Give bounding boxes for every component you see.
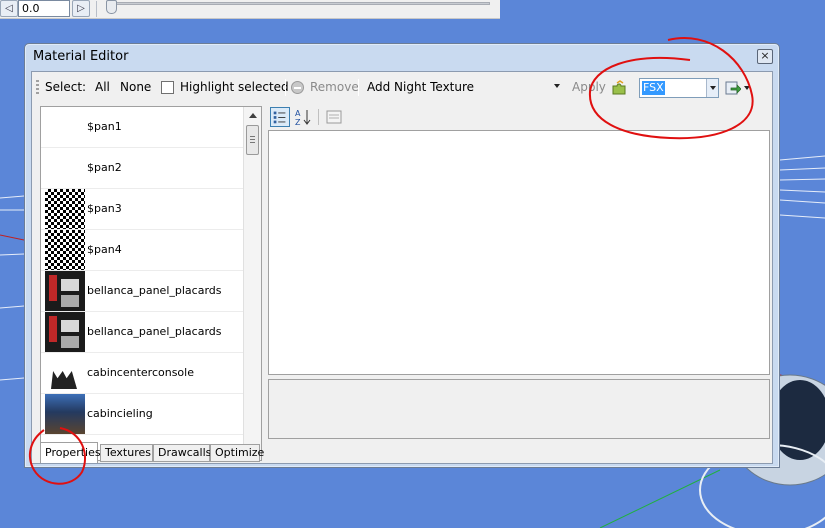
material-thumbnail [45, 230, 85, 270]
timeline-track[interactable] [112, 2, 490, 5]
step-forward-icon[interactable]: ▷ [72, 0, 90, 17]
material-name: $pan3 [87, 202, 122, 215]
highlight-selected-label[interactable]: Highlight selected [180, 80, 289, 94]
tab-textures[interactable]: Textures [100, 444, 153, 462]
sort-alphabetical-icon[interactable]: A Z [293, 107, 313, 127]
tab-drawcalls[interactable]: Drawcalls [153, 444, 211, 462]
list-scrollbar[interactable] [243, 107, 261, 460]
rewind-icon[interactable]: ◁ [0, 0, 18, 17]
format-combo[interactable]: FSX [639, 78, 719, 98]
select-none-button[interactable]: None [120, 80, 151, 94]
material-name: bellanca_panel_placards [87, 325, 222, 338]
separator [96, 1, 97, 17]
editor-client: Select: All None Highlight selected Remo… [31, 71, 773, 464]
material-thumbnail [45, 394, 85, 434]
format-value[interactable]: FSX [642, 81, 665, 95]
highlight-selected-checkbox[interactable] [161, 81, 174, 94]
chevron-down-icon[interactable] [744, 86, 750, 90]
window-title: Material Editor [33, 49, 129, 64]
material-name: bellanca_panel_placards [87, 284, 222, 297]
categorized-icon[interactable] [270, 107, 290, 127]
material-thumbnail [45, 353, 85, 393]
separator [318, 109, 319, 125]
list-item[interactable]: cabincieling [41, 394, 243, 435]
tab-strip: Properties Textures Drawcalls Optimize [38, 442, 768, 463]
material-name: $pan4 [87, 243, 122, 256]
property-toolbar: A Z [268, 105, 772, 129]
material-editor-window: Material Editor × Select: All None Highl… [24, 43, 780, 468]
list-item[interactable]: bellanca_panel_placards [41, 271, 243, 312]
timeline-bar: ◁ 0.0 ▷ [0, 0, 500, 19]
timeline-slider-thumb[interactable] [106, 0, 117, 14]
tab-optimize[interactable]: Optimize [210, 444, 264, 462]
select-all-button[interactable]: All [95, 80, 110, 94]
tab-properties[interactable]: Properties [40, 442, 101, 463]
toolbar: Select: All None Highlight selected Remo… [32, 72, 772, 102]
material-thumbnail [45, 312, 85, 352]
svg-text:A: A [295, 109, 301, 118]
material-name: $pan1 [87, 120, 122, 133]
list-item[interactable]: $pan1 [41, 107, 243, 148]
material-name: cabincenterconsole [87, 366, 194, 379]
scrollbar-thumb[interactable] [246, 125, 259, 155]
property-grid[interactable] [268, 130, 770, 375]
material-thumbnail [45, 271, 85, 311]
chevron-down-icon [554, 84, 560, 88]
export-icon[interactable] [725, 80, 741, 96]
toolbar-grip[interactable] [36, 80, 39, 95]
property-description [268, 379, 770, 439]
material-thumbnail [45, 107, 85, 147]
material-name: $pan2 [87, 161, 122, 174]
frame-field[interactable]: 0.0 [18, 0, 70, 17]
night-texture-value: Add Night Texture [367, 80, 475, 94]
chevron-down-icon[interactable] [706, 79, 718, 97]
material-thumbnail [45, 148, 85, 188]
list-item[interactable]: $pan3 [41, 189, 243, 230]
list-item[interactable]: bellanca_panel_placards [41, 312, 243, 353]
list-item[interactable]: cabincenterconsole [41, 353, 243, 394]
material-name: cabincieling [87, 407, 153, 420]
puzzle-icon[interactable] [611, 80, 627, 96]
remove-icon [291, 81, 304, 94]
material-list[interactable]: $pan1 $pan2 $pan3 $pan4 bellanca_panel_p… [40, 106, 262, 461]
separator [285, 79, 286, 96]
separator [358, 79, 359, 96]
apply-button[interactable]: Apply [572, 80, 606, 94]
scroll-up-icon[interactable] [249, 113, 257, 118]
svg-text:Z: Z [295, 118, 301, 127]
select-label: Select: [45, 80, 87, 94]
list-item[interactable]: $pan2 [41, 148, 243, 189]
title-bar[interactable]: Material Editor × [25, 44, 779, 70]
night-texture-dropdown[interactable]: Add Night Texture [364, 78, 562, 97]
list-item[interactable]: $pan4 [41, 230, 243, 271]
material-thumbnail [45, 189, 85, 229]
close-button[interactable]: × [757, 49, 773, 64]
property-pages-icon[interactable] [324, 107, 344, 127]
material-list-items: $pan1 $pan2 $pan3 $pan4 bellanca_panel_p… [41, 107, 243, 435]
remove-button[interactable]: Remove [310, 80, 359, 94]
